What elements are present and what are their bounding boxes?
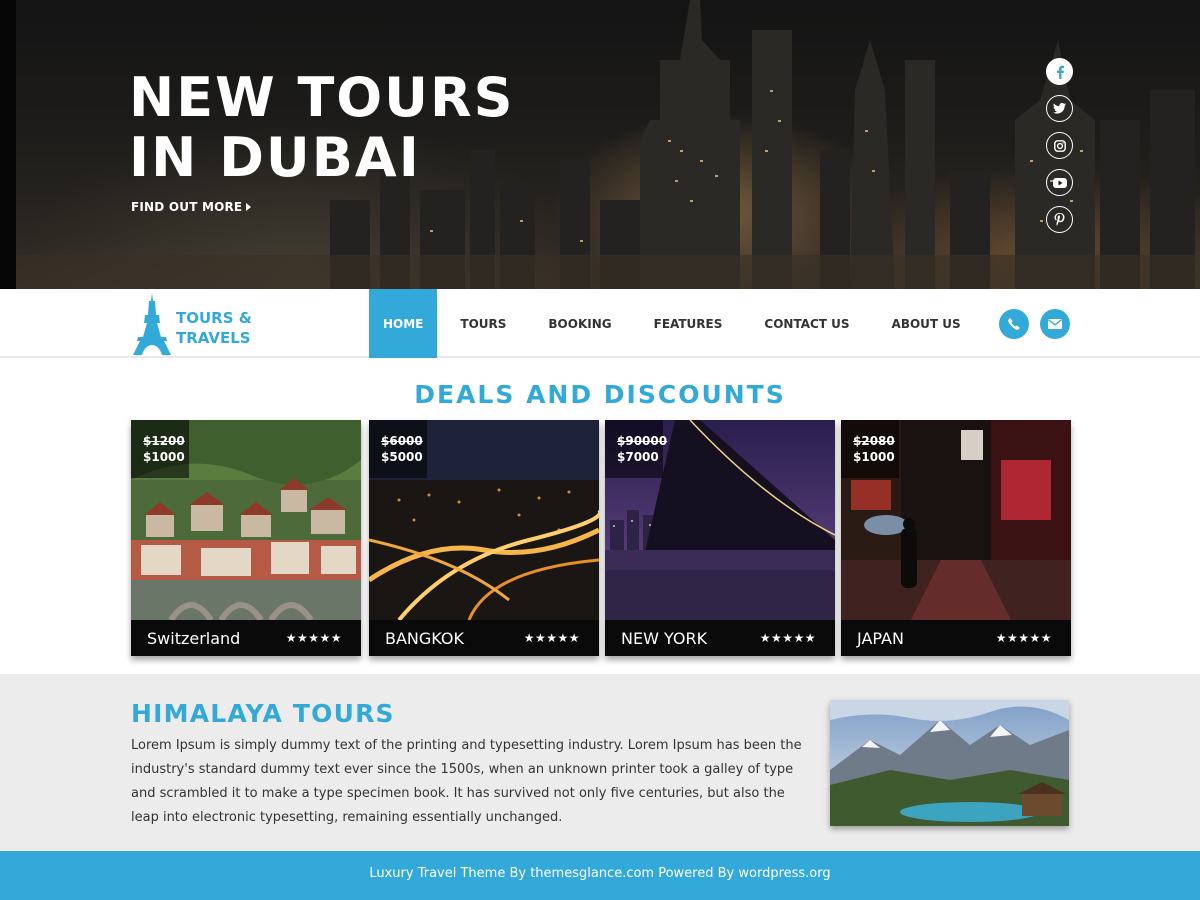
deal-card-caption: BANGKOK ★★★★★ <box>369 620 599 656</box>
find-out-more-link[interactable]: FIND OUT MORE <box>131 200 252 214</box>
deal-card-caption: JAPAN ★★★★★ <box>841 620 1071 656</box>
deal-card-switzerland[interactable]: $1200 $1000 Switzerland ★★★★★ <box>131 420 361 656</box>
nav-contact-icons <box>999 309 1070 339</box>
rating-stars: ★★★★★ <box>523 631 580 645</box>
site-footer: Luxury Travel Theme By themesglance.com … <box>0 851 1200 900</box>
menu-bar: HOME TOURS BOOKING FEATURES CONTACT US A… <box>369 289 980 358</box>
deals-cards: $1200 $1000 Switzerland ★★★★★ $6000 $500… <box>131 420 1071 656</box>
rating-stars: ★★★★★ <box>759 631 816 645</box>
find-out-more-label: FIND OUT MORE <box>131 200 243 214</box>
deal-price-box: $90000 $7000 <box>605 420 668 478</box>
new-price: $1000 <box>853 450 895 464</box>
menu-item-about-us[interactable]: ABOUT US <box>869 289 980 358</box>
facebook-icon[interactable] <box>1046 58 1073 85</box>
social-links <box>1046 58 1073 243</box>
deal-card-bangkok[interactable]: $6000 $5000 BANGKOK ★★★★★ <box>369 420 599 656</box>
footer-credit-text: Luxury Travel Theme By themesglance.com … <box>369 866 831 881</box>
logo-line2: TRAVELS <box>176 329 251 347</box>
menu-item-tours[interactable]: TOURS <box>437 289 525 358</box>
deal-card-japan[interactable]: $2080 $1000 JAPAN ★★★★★ <box>841 420 1071 656</box>
pinterest-icon[interactable] <box>1046 206 1073 233</box>
twitter-icon[interactable] <box>1046 95 1073 122</box>
himalaya-title: HIMALAYA TOURS <box>131 699 395 728</box>
deal-card-caption: NEW YORK ★★★★★ <box>605 620 835 656</box>
envelope-icon[interactable] <box>1040 309 1070 339</box>
hero-left-bar <box>0 0 16 289</box>
caret-right-icon <box>246 203 252 211</box>
logo-line1: TOURS & <box>176 309 252 327</box>
deal-card-new-york[interactable]: $90000 $7000 NEW YORK ★★★★★ <box>605 420 835 656</box>
old-price: $6000 <box>381 434 423 448</box>
instagram-icon[interactable] <box>1046 132 1073 159</box>
deal-name: BANGKOK <box>385 628 464 648</box>
rating-stars: ★★★★★ <box>995 631 1052 645</box>
menu-item-features[interactable]: FEATURES <box>631 289 742 358</box>
mountain-lake-image <box>830 700 1069 826</box>
old-price: $2080 <box>853 434 895 448</box>
hero-title: NEW TOURS IN DUBAI <box>129 68 649 188</box>
deal-price-box: $1200 $1000 <box>131 420 189 478</box>
youtube-icon[interactable] <box>1046 169 1073 196</box>
menu-item-contact-us[interactable]: CONTACT US <box>741 289 868 358</box>
deal-name: JAPAN <box>857 628 904 648</box>
new-price: $1000 <box>143 450 185 464</box>
deal-name: NEW YORK <box>621 628 708 648</box>
eiffel-tower-icon <box>133 293 171 355</box>
himalaya-description: Lorem Ipsum is simply dummy text of the … <box>131 738 802 825</box>
deal-name: Switzerland <box>147 628 241 648</box>
himalaya-section: HIMALAYA TOURS Lorem Ipsum is simply dum… <box>0 674 1200 851</box>
new-price: $5000 <box>381 450 423 464</box>
phone-icon[interactable] <box>999 309 1029 339</box>
logo-text: TOURS & TRAVELS <box>176 308 252 348</box>
menu-item-booking[interactable]: BOOKING <box>525 289 630 358</box>
old-price: $1200 <box>143 434 185 448</box>
deal-card-caption: Switzerland ★★★★★ <box>131 620 361 656</box>
hero-title-line2: IN DUBAI <box>129 126 421 189</box>
menu-item-home[interactable]: HOME <box>369 289 438 358</box>
deals-section-title: DEALS AND DISCOUNTS <box>414 380 786 409</box>
hero-title-line1: NEW TOURS <box>129 66 515 129</box>
new-price: $7000 <box>617 450 659 464</box>
main-navigation: TOURS & TRAVELS HOME TOURS BOOKING FEATU… <box>0 289 1200 358</box>
himalaya-photo <box>830 700 1069 826</box>
deal-price-box: $2080 $1000 <box>841 420 899 478</box>
rating-stars: ★★★★★ <box>285 631 342 645</box>
site-logo[interactable]: TOURS & TRAVELS <box>131 293 271 355</box>
hero-banner: NEW TOURS IN DUBAI FIND OUT MORE <box>0 0 1200 289</box>
old-price: $90000 <box>617 434 668 448</box>
deal-price-box: $6000 $5000 <box>369 420 427 478</box>
